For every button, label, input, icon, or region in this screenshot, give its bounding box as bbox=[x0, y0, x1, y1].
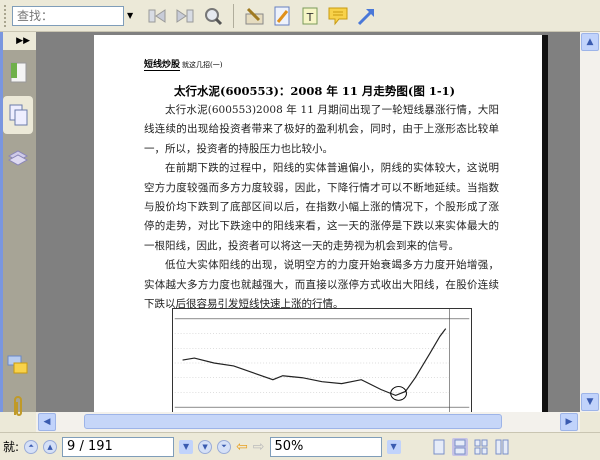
vertical-scrollbar[interactable]: ▲ ▼ bbox=[580, 32, 600, 412]
stock-chart-figure bbox=[172, 308, 472, 412]
header-book-title: 短线炒股 bbox=[144, 60, 181, 71]
attachments-icon[interactable] bbox=[3, 388, 33, 426]
svg-text:T: T bbox=[306, 11, 314, 24]
page-number-value: 9 / 191 bbox=[67, 439, 113, 454]
continuous-view-icon[interactable] bbox=[451, 437, 468, 456]
scroll-left-button[interactable]: ◀ bbox=[38, 413, 56, 431]
toolbar-grip[interactable] bbox=[4, 4, 8, 27]
facing-view-icon[interactable] bbox=[473, 438, 489, 456]
navigation-bar: 就: ⏶ ▲ 9 / 191 ▼ ▼ ⏷ ⇦ ⇨ 50% ▼ bbox=[0, 432, 600, 460]
scroll-down-button[interactable]: ▼ bbox=[581, 393, 599, 411]
scroll-right-button[interactable]: ▶ bbox=[560, 413, 578, 431]
previous-page-button[interactable]: ▲ bbox=[43, 439, 58, 454]
continuous-facing-view-icon[interactable] bbox=[494, 438, 510, 456]
pages-thumbnails-icon[interactable] bbox=[3, 96, 33, 134]
body-text: 太行水泥(600553)2008 年 11 月期间出现了一轮短线暴涨行情，大阳线… bbox=[144, 101, 499, 314]
find-previous-icon[interactable] bbox=[146, 5, 168, 27]
paragraph: 在前期下跌的过程中，阳线的实体普遍偏小，阴线的实体较大，这说明空方力度较强而多方… bbox=[144, 162, 499, 252]
page-number-field[interactable]: 9 / 191 bbox=[62, 436, 175, 457]
search-dropdown-icon[interactable]: ▼ bbox=[127, 11, 137, 20]
note-pencil-icon[interactable] bbox=[271, 5, 293, 27]
comment-icon[interactable] bbox=[327, 5, 349, 27]
section-title: 太行水泥(600553)：2008 年 11 月走势图(图 1-1) bbox=[174, 84, 456, 98]
last-page-button[interactable]: ⏷ bbox=[217, 439, 232, 454]
sidebar: ▶▶ bbox=[0, 32, 36, 416]
highlight-tool-icon[interactable] bbox=[243, 5, 265, 27]
comments-panel-icon[interactable] bbox=[3, 346, 33, 384]
next-page-button[interactable]: ▼ bbox=[198, 439, 213, 454]
single-page-view-icon[interactable] bbox=[431, 438, 447, 456]
find-next-icon[interactable] bbox=[174, 5, 196, 27]
horizontal-scroll-thumb[interactable] bbox=[84, 414, 502, 429]
search-input[interactable] bbox=[12, 5, 124, 26]
toolbar-separator bbox=[233, 3, 234, 28]
back-arrow-icon[interactable]: ⇦ bbox=[236, 439, 248, 455]
first-page-button[interactable]: ⏶ bbox=[24, 439, 39, 454]
arrow-tool-icon[interactable] bbox=[355, 5, 377, 27]
text-box-icon[interactable]: T bbox=[299, 5, 321, 27]
horizontal-scrollbar[interactable]: ◀ ▶ bbox=[36, 412, 580, 432]
document-page: 短线炒股 就这几招(一) 太行水泥(600553)：2008 年 11 月走势图(… bbox=[94, 35, 548, 412]
zoom-value: 50% bbox=[274, 439, 304, 454]
header-subtitle: 就这几招(一) bbox=[182, 61, 223, 69]
page-dropdown-button[interactable]: ▼ bbox=[179, 439, 194, 454]
forward-arrow-icon[interactable]: ⇨ bbox=[253, 439, 265, 455]
expand-sidebar-icon[interactable]: ▶▶ bbox=[3, 32, 36, 50]
zoom-field[interactable]: 50% bbox=[269, 436, 382, 457]
paragraph: 低位大实体阳线的出现，说明空方的力度开始衰竭多方力度开始增强，实体越大多方力度也… bbox=[144, 259, 499, 311]
document-viewport[interactable]: 短线炒股 就这几招(一) 太行水泥(600553)：2008 年 11 月走势图(… bbox=[36, 32, 580, 412]
search-magnifier-icon[interactable] bbox=[202, 5, 224, 27]
bookmarks-icon[interactable] bbox=[3, 54, 33, 92]
running-header: 短线炒股 就这几招(一) bbox=[144, 57, 223, 71]
navigation-label: 就: bbox=[3, 440, 20, 454]
scroll-up-button[interactable]: ▲ bbox=[581, 33, 599, 51]
toolbar: ▼ T bbox=[0, 0, 600, 32]
zoom-dropdown-button[interactable]: ▼ bbox=[386, 439, 401, 454]
layers-icon[interactable] bbox=[3, 138, 33, 176]
paragraph: 太行水泥(600553)2008 年 11 月期间出现了一轮短线暴涨行情，大阳线… bbox=[144, 104, 499, 155]
